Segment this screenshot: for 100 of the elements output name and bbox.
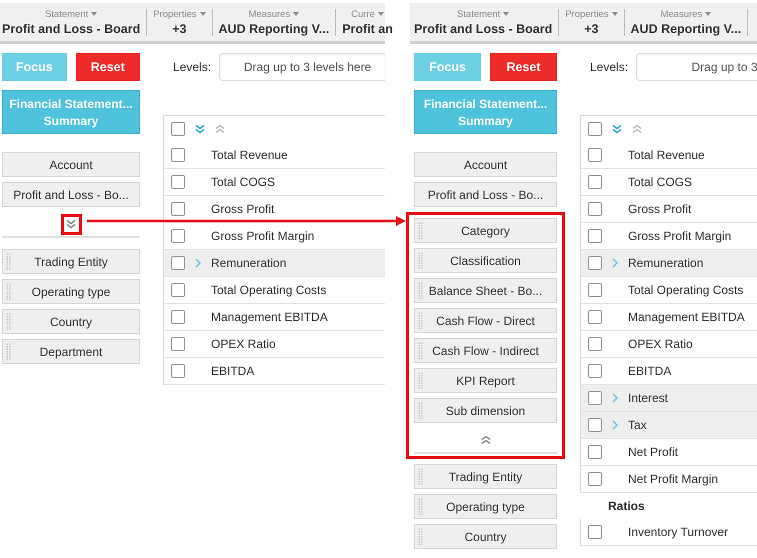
- dimension-button[interactable]: Trading Entity: [414, 464, 557, 489]
- dimension-button[interactable]: Operating type: [2, 279, 140, 304]
- drag-handle-icon[interactable]: [418, 372, 423, 389]
- row-label: EBITDA: [628, 364, 672, 378]
- checkbox[interactable]: [588, 310, 602, 324]
- caret-icon[interactable]: [705, 12, 712, 16]
- row-label: OPEX Ratio: [211, 337, 276, 351]
- row-label: Remuneration: [628, 256, 704, 270]
- double-chevron-down-icon[interactable]: [195, 124, 205, 134]
- levels-drop-field[interactable]: Drag up to 3 levels here: [219, 53, 386, 81]
- drag-handle-icon[interactable]: [418, 312, 423, 329]
- row-label: Interest: [628, 391, 668, 405]
- row-label: Total COGS: [211, 175, 276, 189]
- drag-handle-icon[interactable]: [6, 253, 11, 270]
- reset-button[interactable]: Reset: [490, 53, 557, 81]
- double-chevron-down-icon[interactable]: [612, 124, 622, 134]
- double-chevron-up-icon[interactable]: [632, 124, 642, 134]
- dimension-button[interactable]: Sub dimension: [414, 398, 557, 423]
- chevron-right-icon[interactable]: [195, 258, 201, 268]
- checkbox[interactable]: [171, 283, 185, 297]
- checkbox[interactable]: [588, 364, 602, 378]
- checkbox[interactable]: [171, 229, 185, 243]
- checkbox[interactable]: [588, 148, 602, 162]
- checkbox[interactable]: [588, 175, 602, 189]
- levels-drop-field[interactable]: Drag up to 3: [636, 53, 757, 81]
- row-label: Total Operating Costs: [211, 283, 326, 297]
- drag-handle-icon[interactable]: [6, 313, 11, 330]
- row-label: Total Operating Costs: [628, 283, 744, 297]
- caret-icon[interactable]: [293, 12, 300, 16]
- checkbox[interactable]: [588, 229, 602, 243]
- checkbox[interactable]: [171, 202, 185, 216]
- checkbox[interactable]: [171, 310, 185, 324]
- chevron-right-icon[interactable]: [612, 258, 618, 268]
- drag-handle-icon[interactable]: [6, 283, 11, 300]
- drag-handle-icon[interactable]: [418, 498, 423, 515]
- row-label: Gross Profit: [628, 202, 692, 216]
- dimension-button[interactable]: Account: [414, 152, 557, 177]
- dimension-button[interactable]: Profit and Loss - Bo...: [414, 182, 557, 207]
- caret-icon[interactable]: [612, 12, 618, 16]
- dimension-button[interactable]: Country: [414, 524, 557, 549]
- dimension-button[interactable]: Balance Sheet - Bo...: [414, 278, 557, 303]
- caret-icon[interactable]: [378, 12, 384, 16]
- field-value[interactable]: Profit an: [342, 22, 393, 36]
- field-value[interactable]: +3: [172, 22, 186, 36]
- row-label: EBITDA: [211, 364, 254, 378]
- field-value[interactable]: Profit and Loss - Board: [2, 22, 140, 36]
- dimension-button[interactable]: Profit and Loss - Bo...: [2, 182, 140, 207]
- double-chevron-up-icon[interactable]: [215, 124, 225, 134]
- checkbox[interactable]: [588, 256, 602, 270]
- dimension-button[interactable]: Operating type: [414, 494, 557, 519]
- dimension-button[interactable]: Cash Flow - Indirect: [414, 338, 557, 363]
- checkbox[interactable]: [588, 202, 602, 216]
- drag-handle-icon[interactable]: [418, 252, 423, 269]
- reset-button[interactable]: Reset: [76, 53, 140, 81]
- levels-label: Levels:: [172, 60, 212, 74]
- drag-handle-icon[interactable]: [418, 402, 423, 419]
- checkbox[interactable]: [588, 525, 602, 539]
- dimension-button[interactable]: Department: [2, 339, 140, 364]
- checkbox[interactable]: [588, 391, 602, 405]
- chevron-right-icon[interactable]: [612, 420, 618, 430]
- row-label: Gross Profit Margin: [211, 229, 314, 243]
- checkbox[interactable]: [588, 472, 602, 486]
- drag-handle-icon[interactable]: [418, 342, 423, 359]
- row-label: OPEX Ratio: [628, 337, 693, 351]
- dimension-button[interactable]: Cash Flow - Direct: [414, 308, 557, 333]
- drag-handle-icon[interactable]: [418, 222, 423, 239]
- dimension-button[interactable]: KPI Report: [414, 368, 557, 393]
- drag-handle-icon[interactable]: [418, 282, 423, 299]
- drag-handle-icon[interactable]: [418, 468, 423, 485]
- caret-icon[interactable]: [200, 12, 206, 16]
- checkbox[interactable]: [171, 337, 185, 351]
- checkbox[interactable]: [171, 364, 185, 378]
- double-chevron-down-icon[interactable]: [66, 219, 76, 229]
- expand-button[interactable]: [60, 214, 82, 234]
- field-value[interactable]: AUD Reporting V...: [218, 22, 330, 36]
- checkbox[interactable]: [171, 175, 185, 189]
- chevron-right-icon[interactable]: [612, 393, 618, 403]
- checkbox[interactable]: [588, 445, 602, 459]
- field-value[interactable]: Profit and Loss - Board: [414, 22, 552, 36]
- dimension-button[interactable]: Trading Entity: [2, 249, 140, 274]
- dimension-button[interactable]: Category: [414, 218, 557, 243]
- checkbox[interactable]: [171, 122, 185, 136]
- field-value[interactable]: +3: [584, 22, 598, 36]
- row-label: Tax: [628, 418, 647, 432]
- dimension-button[interactable]: Country: [2, 309, 140, 334]
- drag-handle-icon[interactable]: [418, 528, 423, 545]
- drag-handle-icon[interactable]: [6, 343, 11, 360]
- dimension-button[interactable]: Account: [2, 152, 140, 177]
- checkbox[interactable]: [588, 122, 602, 136]
- checkbox[interactable]: [588, 283, 602, 297]
- dimension-button[interactable]: Classification: [414, 248, 557, 273]
- checkbox[interactable]: [588, 418, 602, 432]
- field-value[interactable]: AUD Reporting V...: [630, 22, 742, 36]
- caret-icon[interactable]: [503, 12, 510, 16]
- checkbox[interactable]: [171, 256, 185, 270]
- checkbox[interactable]: [588, 337, 602, 351]
- caret-icon[interactable]: [91, 12, 98, 16]
- checkbox[interactable]: [171, 148, 185, 162]
- row-label: Gross Profit: [211, 202, 274, 216]
- double-chevron-up-icon[interactable]: [480, 435, 490, 445]
